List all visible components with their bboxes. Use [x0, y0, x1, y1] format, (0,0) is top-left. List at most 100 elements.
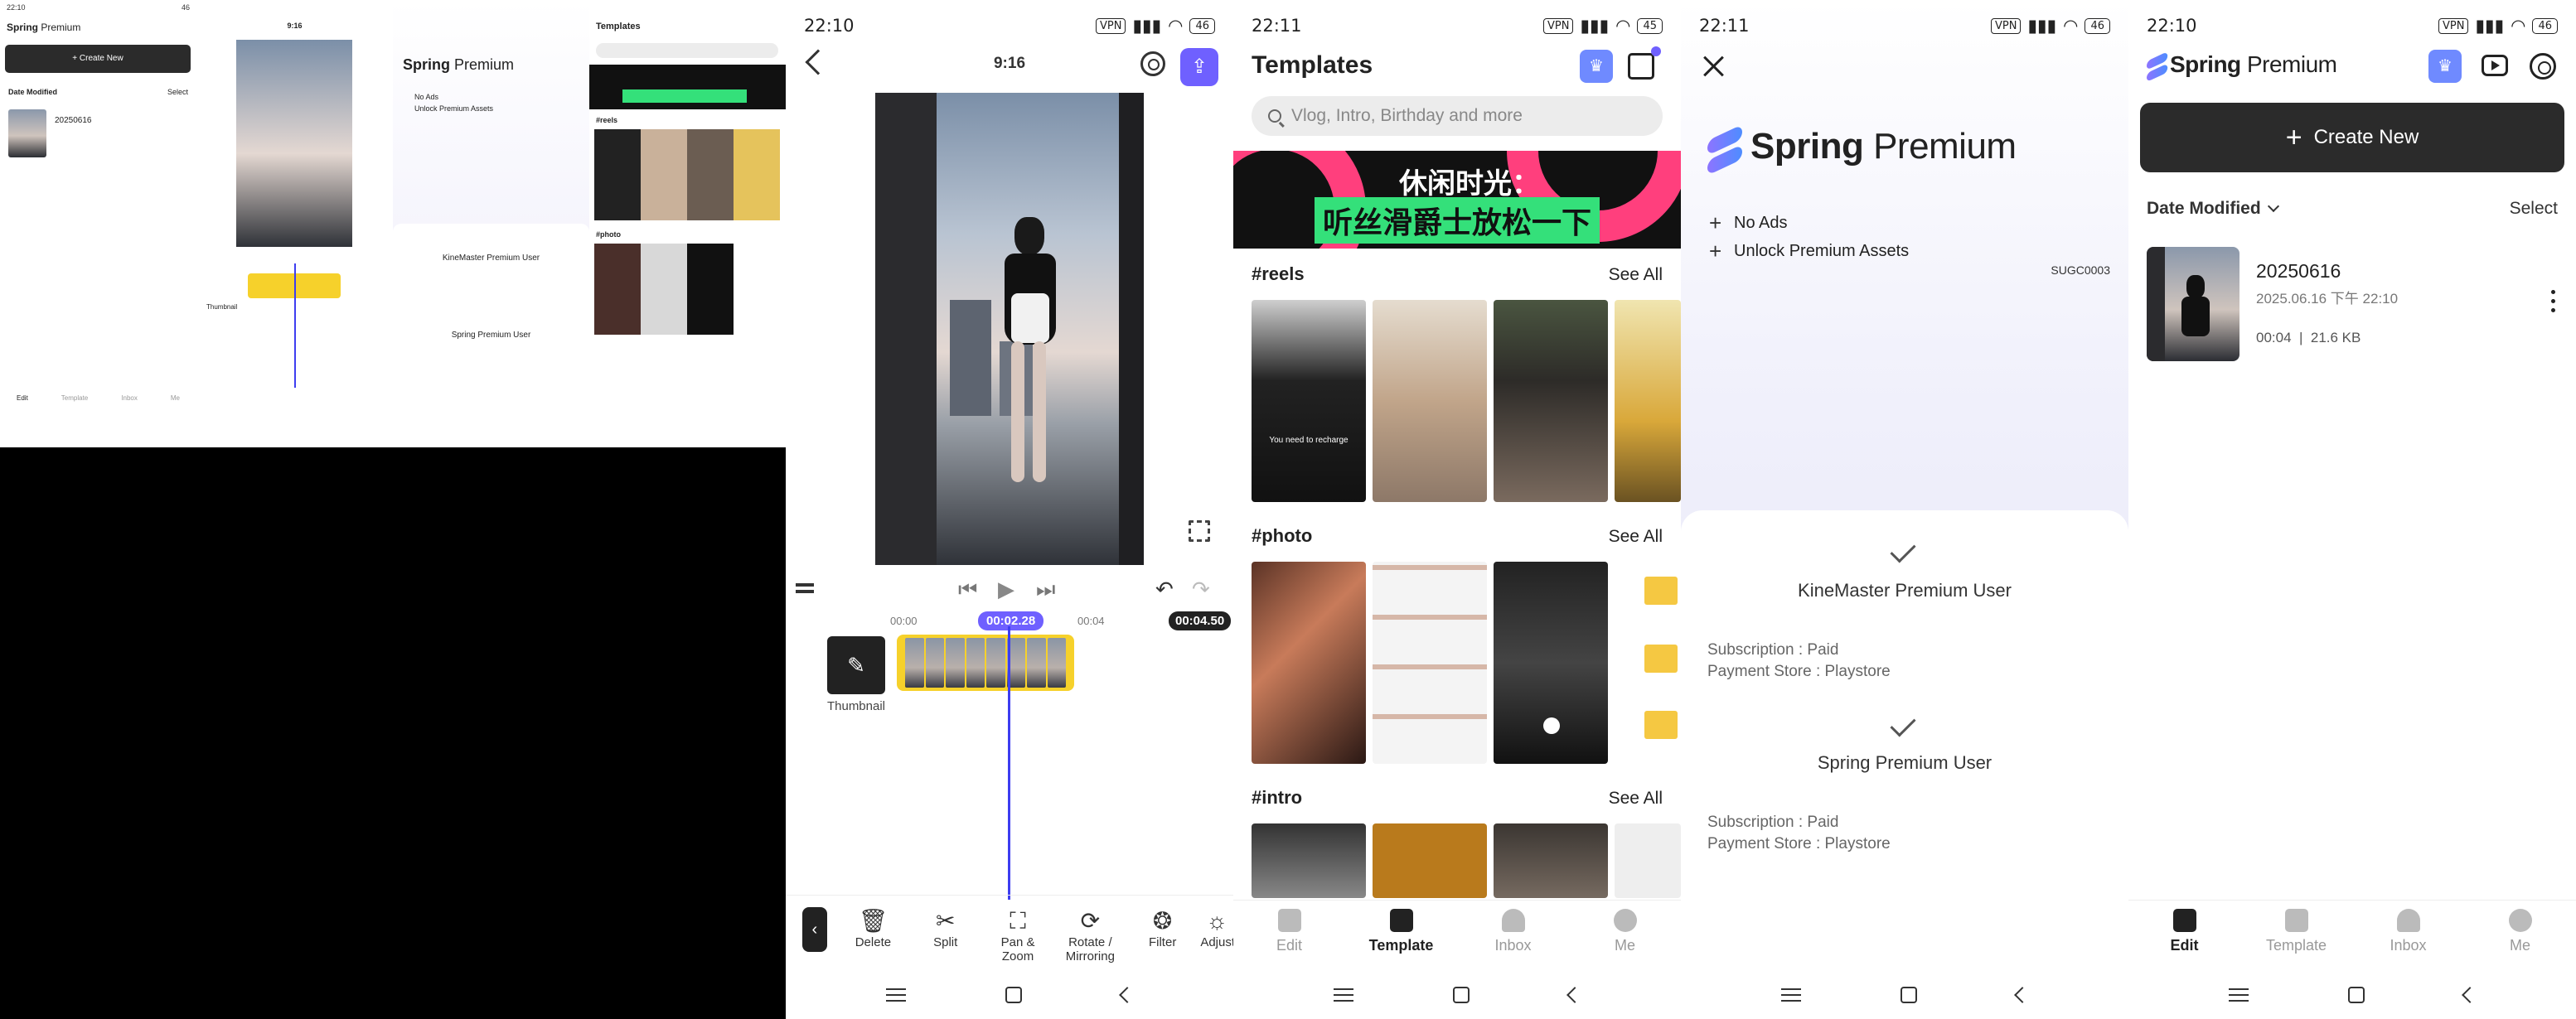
video-preview[interactable] — [875, 93, 1144, 565]
featured-banner[interactable]: 休闲时光： 听丝滑爵士放松一下 — [1233, 151, 1681, 249]
template-search-input[interactable]: Vlog, Intro, Birthday and more — [1252, 96, 1663, 136]
tab-edit[interactable]: Edit — [2135, 901, 2235, 969]
thumb-thumbnail-label: Thumbnail — [206, 303, 238, 311]
tab-inbox[interactable]: Inbox — [1464, 901, 1563, 969]
grid-icon — [1389, 909, 1413, 932]
see-all-photo[interactable]: See All — [1609, 527, 1663, 547]
tab-template[interactable]: Template — [1352, 901, 1451, 969]
signal-icon: ▮▮▮ — [2475, 16, 2505, 36]
home-square-icon[interactable] — [1005, 987, 1022, 1003]
chevron-down-icon — [2267, 200, 2279, 213]
signal-icon: ▮▮▮ — [2027, 16, 2057, 36]
recents-menu-icon[interactable] — [1334, 988, 1353, 1002]
template-tile[interactable]: You need to recharge — [1252, 300, 1366, 502]
template-tile[interactable] — [1373, 300, 1487, 502]
home-square-icon[interactable] — [1453, 987, 1470, 1003]
wifi-icon: ◠ — [2511, 16, 2526, 36]
asset-store-icon[interactable] — [1628, 53, 1654, 80]
tool-split[interactable]: ✂ Split — [911, 896, 980, 949]
template-tile[interactable] — [1615, 823, 1681, 898]
more-options-icon[interactable] — [2551, 290, 2556, 315]
project-thumbnail[interactable] — [2147, 247, 2239, 361]
recents-menu-icon[interactable] — [886, 988, 906, 1002]
premium-crown-button[interactable]: ♛ — [1580, 50, 1613, 83]
create-new-button[interactable]: + Create New — [2140, 103, 2564, 172]
project-duration: 00:04 — [2256, 330, 2292, 345]
fullscreen-icon[interactable] — [1189, 520, 1210, 542]
tab-me[interactable]: Me — [2471, 901, 2570, 969]
wifi-icon: ◠ — [1615, 16, 1631, 36]
tab-template[interactable]: Template — [2247, 901, 2346, 969]
recents-menu-icon[interactable] — [1781, 988, 1801, 1002]
thumbnail-home[interactable]: 22:10 46 Spring Premium + Create New Date… — [0, 0, 196, 447]
battery-level: 45 — [1637, 17, 1663, 34]
see-all-intro[interactable]: See All — [1609, 789, 1663, 809]
search-placeholder: Vlog, Intro, Birthday and more — [1291, 106, 1523, 125]
skip-start-icon[interactable]: ⏮ — [958, 577, 977, 603]
video-clip[interactable] — [897, 635, 1074, 691]
settings-gear-icon[interactable] — [2530, 53, 2556, 80]
nav-back-icon[interactable] — [1119, 987, 1135, 1003]
youtube-icon[interactable] — [2482, 55, 2508, 76]
thumb-photo-row — [594, 244, 780, 335]
thumbnail-button[interactable]: ✎ — [827, 636, 885, 694]
system-nav-bar — [1233, 971, 1681, 1019]
thumb-project-image — [8, 109, 46, 157]
thumbnail-templates[interactable]: Templates #reels #photo — [589, 0, 786, 447]
tab-edit[interactable]: Edit — [1240, 901, 1339, 969]
tool-pan-zoom[interactable]: ⛶ Pan & Zoom — [983, 896, 1052, 963]
thumbnail-editor[interactable]: 9:16 Thumbnail — [196, 0, 393, 447]
nav-back-icon[interactable] — [2462, 987, 2478, 1003]
wifi-icon: ◠ — [2063, 16, 2079, 36]
timeline-resize-handle-icon[interactable] — [796, 580, 814, 598]
thumbnail-premium[interactable]: Spring Premium No Ads Unlock Premium Ass… — [393, 0, 589, 447]
tool-filter[interactable]: ❂ Filter — [1128, 896, 1197, 949]
template-tile[interactable] — [1252, 562, 1366, 764]
home-square-icon[interactable] — [2348, 987, 2365, 1003]
template-tile[interactable] — [1494, 823, 1608, 898]
nav-back-icon[interactable] — [1566, 987, 1583, 1003]
template-tile[interactable] — [1373, 823, 1487, 898]
settings-gear-icon[interactable] — [1140, 51, 1165, 76]
aspect-ratio-label[interactable]: 9:16 — [786, 55, 1233, 73]
film-icon — [2172, 909, 2196, 932]
vpn-indicator: VPN — [1542, 17, 1574, 34]
sort-dropdown[interactable]: Date Modified — [2147, 199, 2279, 219]
tool-rotate-mirroring[interactable]: ⟳ Rotate / Mirroring — [1056, 896, 1125, 963]
playhead[interactable] — [1008, 626, 1010, 900]
recents-menu-icon[interactable] — [2229, 988, 2249, 1002]
page-title: Templates — [1252, 51, 1373, 79]
redo-icon[interactable]: ↷ — [1192, 577, 1210, 602]
tab-inbox[interactable]: Inbox — [2359, 901, 2458, 969]
template-tile[interactable] — [1615, 562, 1681, 764]
vpn-indicator: VPN — [1095, 17, 1126, 34]
tool-adjust[interactable]: ☼ Adjust — [1200, 896, 1233, 949]
system-nav-bar — [1681, 971, 2128, 1019]
template-tile[interactable] — [1252, 823, 1366, 898]
template-tile[interactable] — [1494, 300, 1608, 502]
select-button[interactable]: Select — [2510, 199, 2558, 219]
skip-end-icon[interactable]: ⏭ — [1036, 577, 1055, 603]
play-icon[interactable]: ▶ — [998, 577, 1014, 602]
close-icon[interactable] — [1702, 55, 1726, 78]
premium-logo: Spring Premium — [1750, 126, 2017, 167]
signal-icon: ▮▮▮ — [1580, 16, 1610, 36]
tab-me[interactable]: Me — [1576, 901, 1675, 969]
template-tile[interactable] — [1615, 300, 1681, 502]
template-tile[interactable] — [1494, 562, 1608, 764]
folder-icon — [1644, 577, 1678, 605]
nav-back-icon[interactable] — [2014, 987, 2031, 1003]
project-name[interactable]: 20250616 — [2256, 260, 2341, 283]
export-button[interactable]: ⇪ — [1180, 48, 1218, 86]
collapse-toolbar-button[interactable]: ‹ — [802, 907, 827, 952]
template-tile[interactable] — [1373, 562, 1487, 764]
undo-icon[interactable]: ↶ — [1155, 577, 1174, 602]
home-square-icon[interactable] — [1901, 987, 1917, 1003]
section-title-reels: #reels — [1252, 263, 1305, 284]
check-icon — [1890, 537, 1916, 563]
premium-crown-button[interactable]: ♛ — [2428, 50, 2462, 83]
tool-delete[interactable]: 🗑 Delete — [839, 896, 908, 949]
see-all-reels[interactable]: See All — [1609, 265, 1663, 285]
crown-icon: ♛ — [2438, 57, 2453, 75]
pan-zoom-icon: ⛶ — [1010, 908, 1026, 934]
